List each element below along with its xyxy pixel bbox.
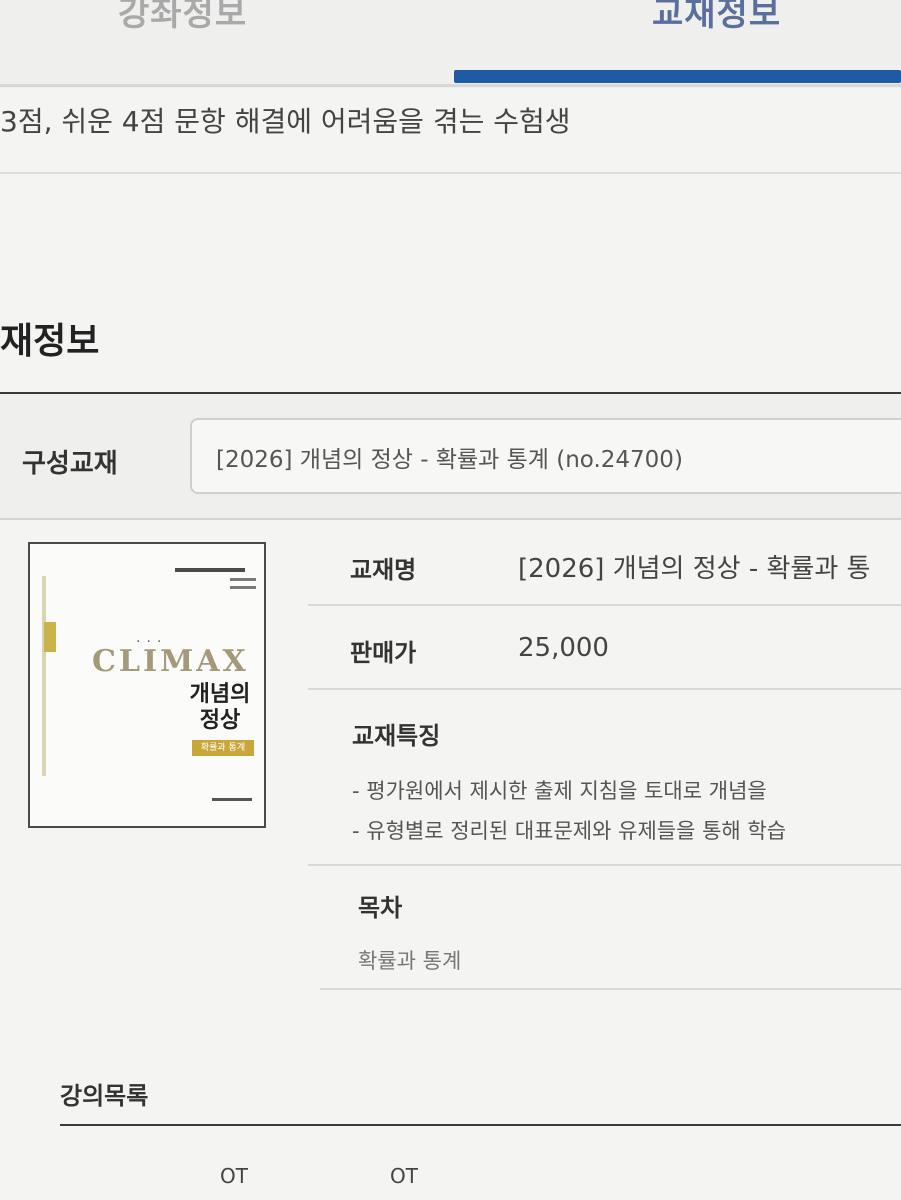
composition-label: 구성교재 (22, 449, 118, 479)
cover-subtitle: 확률과 통계 (192, 740, 254, 756)
lecture-item[interactable]: OT (220, 1164, 248, 1188)
cover-title-line1: 개념의 (189, 682, 251, 707)
cover-rule (230, 586, 256, 589)
cover-rule (230, 578, 256, 581)
lecture-item[interactable]: OT (390, 1164, 418, 1188)
composition-select[interactable]: [2026] 개념의 정상 - 확률과 통계 (no.24700) (190, 418, 901, 494)
cover-title: 개념의 정상 (180, 682, 260, 734)
lecture-list-title: 강의목록 (60, 1082, 149, 1110)
book-cover-image: ··· CLIMAX 개념의 정상 확률과 통계 (28, 542, 266, 828)
composition-divider (0, 518, 901, 520)
target-audience-text: 3점, 쉬운 4점 문항 해결에 어려움을 겪는 수험생 (0, 105, 571, 138)
feature-item: - 유형별로 정리된 대표문제와 유제들을 통해 학습 (352, 819, 787, 843)
price-value: 25,000 (518, 633, 609, 663)
detail-divider (308, 864, 901, 866)
book-name-value: [2026] 개념의 정상 - 확률과 통 (518, 554, 871, 584)
tab-baseline (0, 84, 901, 87)
price-label: 판매가 (350, 639, 417, 667)
cover-rule (175, 568, 245, 572)
tab-book-info[interactable]: 교재정보 (652, 0, 781, 35)
section-title: 재정보 (0, 321, 100, 362)
cover-rule (212, 798, 252, 801)
top-tabs: 강좌정보 교재정보 (0, 0, 901, 88)
composition-select-value: [2026] 개념의 정상 - 확률과 통계 (no.24700) (216, 447, 683, 473)
detail-divider (308, 604, 901, 606)
book-name-label: 교재명 (350, 556, 417, 584)
lecture-list-rule (60, 1124, 901, 1126)
tab-lecture-info[interactable]: 강좌정보 (118, 0, 247, 35)
cover-brand: CLIMAX (92, 644, 249, 679)
toc-item: 확률과 통계 (358, 949, 462, 973)
cover-stripe (42, 576, 46, 776)
detail-divider (308, 688, 901, 690)
cover-title-line2: 정상 (199, 708, 241, 733)
detail-divider (320, 988, 901, 990)
active-tab-indicator (454, 70, 901, 83)
features-label: 교재특징 (352, 722, 441, 750)
feature-item: - 평가원에서 제시한 출제 지침을 토대로 개념을 (352, 779, 767, 803)
divider (0, 172, 901, 174)
toc-label: 목차 (358, 894, 403, 922)
cover-badge (44, 622, 56, 652)
